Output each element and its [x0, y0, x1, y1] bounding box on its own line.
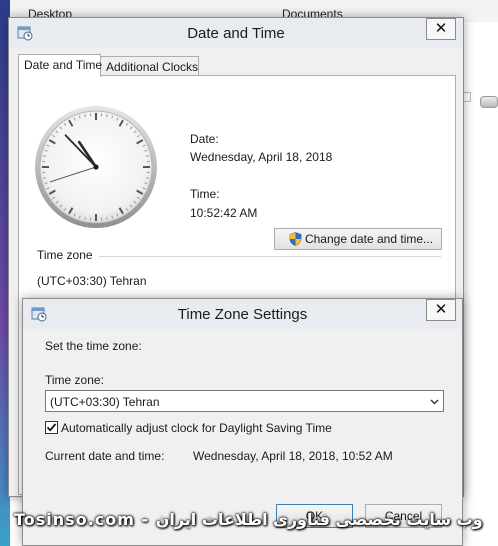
- date-value: Wednesday, April 18, 2018: [190, 150, 333, 164]
- change-date-time-button[interactable]: Change date and time...: [274, 228, 442, 250]
- tz-field-label: Time zone:: [45, 373, 104, 387]
- date-time-titlebar[interactable]: Date and Time ✕: [9, 18, 463, 48]
- date-time-window-title: Date and Time: [187, 25, 285, 42]
- time-zone-settings-window: Time Zone Settings ✕ Set the time zone: …: [22, 298, 463, 546]
- clock-minute-mark: [145, 177, 149, 179]
- time-zone-section: Time zone: [37, 248, 441, 264]
- explorer-scroll-mark: [463, 92, 471, 102]
- time-zone-dropdown[interactable]: (UTC+03:30) Tehran: [45, 390, 444, 412]
- clock-minute-mark: [106, 216, 108, 220]
- clock-minute-mark: [145, 155, 149, 157]
- current-time-zone-value: (UTC+03:30) Tehran: [37, 274, 147, 288]
- clock-minute-mark: [43, 155, 47, 157]
- drive-icon: [480, 96, 498, 108]
- tab-additional-clocks[interactable]: Additional Clocks: [100, 56, 199, 76]
- current-date-time-value: Wednesday, April 18, 2018, 10:52 AM: [193, 449, 393, 463]
- analog-clock: [35, 106, 157, 228]
- clock-minute-mark: [106, 114, 108, 118]
- tz-heading: Set the time zone:: [45, 339, 142, 353]
- checkmark-icon: [46, 423, 57, 432]
- dst-checkbox-label[interactable]: Automatically adjust clock for Daylight …: [61, 421, 332, 435]
- dst-checkbox[interactable]: [45, 421, 58, 434]
- time-zone-section-title: Time zone: [37, 248, 99, 262]
- clock-minute-mark: [43, 177, 47, 179]
- date-label: Date:: [190, 132, 219, 146]
- tz-window-title: Time Zone Settings: [177, 306, 308, 323]
- shield-icon: [289, 232, 302, 246]
- current-date-time-label: Current date and time:: [45, 449, 165, 463]
- time-value: 10:52:42 AM: [190, 206, 258, 220]
- tz-close-button[interactable]: ✕: [426, 299, 456, 321]
- time-label: Time:: [190, 187, 220, 201]
- chevron-down-icon: [430, 399, 439, 405]
- tab-date-and-time[interactable]: Date and Time: [18, 54, 102, 77]
- date-time-close-button[interactable]: ✕: [426, 18, 456, 40]
- clock-minute-mark: [84, 216, 86, 220]
- clock-minute-mark: [84, 114, 86, 118]
- site-watermark: Tosinso.com - وب سایت تخصصی فناوری اطلاع…: [14, 510, 483, 529]
- change-date-time-label: Change date and time...: [304, 232, 434, 246]
- tz-titlebar[interactable]: Time Zone Settings ✕: [23, 299, 462, 329]
- time-zone-selected-value: (UTC+03:30) Tehran: [50, 395, 160, 409]
